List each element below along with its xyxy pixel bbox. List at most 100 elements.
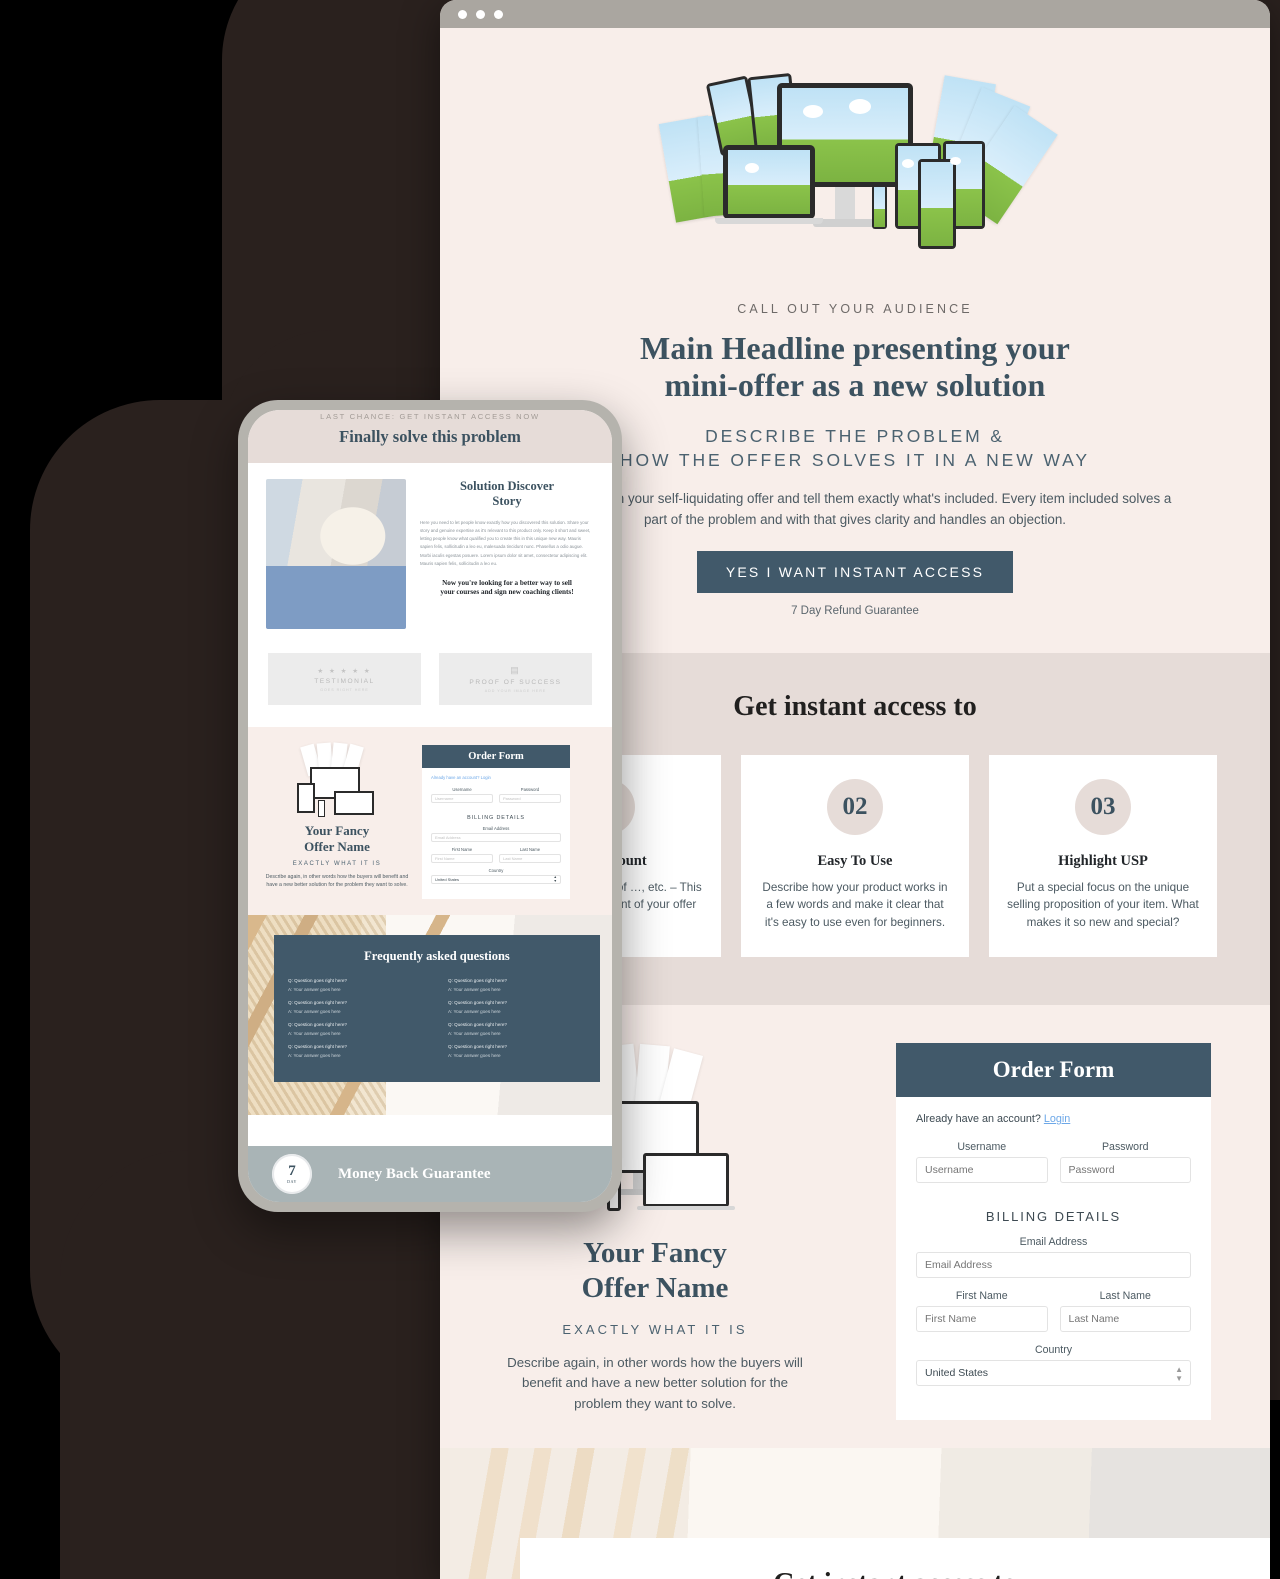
phone-email-input[interactable]: Email Address <box>431 833 561 842</box>
faq-answer: A: Your answer goes here <box>288 1053 341 1058</box>
phone-credentials-row: Username Username Password Password <box>431 787 561 808</box>
credentials-row: Username Password <box>916 1141 1191 1195</box>
phone-screen: LAST CHANCE: GET INSTANT ACCESS NOW Fina… <box>248 410 612 1202</box>
offer-subtitle: EXACTLY WHAT IT IS <box>562 1321 748 1337</box>
password-input[interactable] <box>1059 1157 1191 1184</box>
testimonial-placeholder: ★ ★ ★ ★ ★ TESTIMONIAL GOES RIGHT HERE <box>268 653 421 705</box>
email-input[interactable] <box>916 1252 1191 1279</box>
faq-answer: A: Your answer goes here <box>288 987 341 992</box>
hero-body-copy: …at to do with your self-liquidating off… <box>538 491 1172 527</box>
stepper-arrows-icon[interactable]: ▲ ▼ <box>1175 1366 1183 1383</box>
password-field-group: Password <box>1059 1141 1191 1184</box>
email-field-group: Email Address <box>916 1236 1191 1279</box>
phone-order-form: Order Form Already have an account? Logi… <box>422 745 570 899</box>
bottom-section-title: Get instant access to <box>520 1538 1270 1579</box>
feature-card-text: Put a special focus on the unique sellin… <box>1007 880 1199 929</box>
first-name-field-group: First Name <box>916 1290 1048 1333</box>
browser-title-bar <box>440 0 1270 28</box>
country-select[interactable]: United States ▲ ▼ <box>916 1360 1191 1387</box>
faq-answer: A: Your answer goes here <box>448 1031 501 1036</box>
phone-login-row: Already have an account? Login <box>431 775 561 780</box>
name-row: First Name Last Name <box>916 1290 1191 1344</box>
story-photo <box>266 479 406 629</box>
faq-card: Frequently asked questions Q: Question g… <box>274 935 600 1082</box>
story-bold-line2: your courses and sign new coaching clien… <box>440 588 574 597</box>
phone-username-label: Username <box>452 787 472 792</box>
email-label: Email Address <box>1019 1236 1088 1249</box>
faq-column-right: Q: Question goes right here? A: Your ans… <box>448 978 586 1066</box>
phone-country-select[interactable]: United States ▲ ▼ <box>431 875 561 884</box>
phone-country-group: Country United States ▲ ▼ <box>431 868 561 884</box>
phone-top-banner: LAST CHANCE: GET INSTANT ACCESS NOW Fina… <box>248 410 612 463</box>
faq-question: Q: Question goes right here? <box>288 1022 347 1027</box>
image-placeholder-icon: ▤ <box>510 665 521 675</box>
testimonial-subtitle: GOES RIGHT HERE <box>320 687 369 692</box>
faq-question: Q: Question goes right here? <box>288 1000 347 1005</box>
window-dot-maximize-icon[interactable] <box>494 9 503 19</box>
screenshot-stage: CALL OUT YOUR AUDIENCE Main Headline pre… <box>0 0 1280 1579</box>
story-text-column: Solution Discover Story Here you need to… <box>420 479 594 629</box>
username-input[interactable] <box>916 1157 1048 1184</box>
phone-first-name-group: First Name First Name <box>431 847 493 863</box>
country-label: Country <box>1034 1344 1073 1357</box>
faq-answer: A: Your answer goes here <box>288 1031 341 1036</box>
proof-title: PROOF OF SUCCESS <box>469 679 562 686</box>
offer-name-line2: Offer Name <box>581 1271 729 1304</box>
bottom-white-panel: Get instant access to ✓ Deliverable comp… <box>520 1538 1270 1579</box>
faq-answer: A: Your answer goes here <box>448 1009 501 1014</box>
last-name-input[interactable] <box>1059 1306 1191 1333</box>
hero-headline: Main Headline presenting your mini-offer… <box>440 330 1270 405</box>
testimonial-title: TESTIMONIAL <box>314 677 375 685</box>
phone-name-row: First Name First Name Last Name Last Nam… <box>431 847 561 868</box>
username-label: Username <box>957 1141 1007 1154</box>
phone-email-label: Email Address <box>482 826 510 831</box>
phone-last-name-input[interactable]: Last Name <box>499 854 561 863</box>
phone-offer-section: Your Fancy Offer Name EXACTLY WHAT IT IS… <box>248 727 612 915</box>
phone-email-group: Email Address Email Address <box>431 826 561 842</box>
story-heading-line2: Story <box>492 494 522 508</box>
story-heading: Solution Discover Story <box>420 479 594 509</box>
phone-first-name-input[interactable]: First Name <box>431 854 493 863</box>
phone-offer-copy: Describe again, in other words how the b… <box>265 874 409 889</box>
phone-login-prompt: Already have an account? <box>431 775 480 780</box>
window-dot-minimize-icon[interactable] <box>476 9 485 19</box>
faq-question: Q: Question goes right here? <box>448 1022 507 1027</box>
phone-stepper-arrows-icon[interactable]: ▲ ▼ <box>554 875 557 883</box>
feature-card-number: 02 <box>827 778 883 835</box>
phone-story-section: Solution Discover Story Here you need to… <box>248 463 612 643</box>
order-form-login-row: Already have an account? Login <box>916 1113 1191 1125</box>
order-form-title: Order Form <box>896 1043 1211 1098</box>
offer-name-line1: Your Fancy <box>583 1237 727 1270</box>
window-dot-close-icon[interactable] <box>458 9 467 19</box>
hero-headline-line1: Main Headline presenting your <box>640 330 1070 366</box>
feature-card-number: 03 <box>1075 778 1131 835</box>
login-prompt-text: Already have an account? <box>916 1113 1041 1126</box>
story-bold-line1: Now you're looking for a better way to s… <box>442 578 572 587</box>
faq-columns: Q: Question goes right here? A: Your ans… <box>288 978 586 1066</box>
phone-proof-row: ★ ★ ★ ★ ★ TESTIMONIAL GOES RIGHT HERE ▤ … <box>248 643 612 727</box>
offer-copy: Describe again, in other words how the b… <box>507 1354 803 1411</box>
phone-headline: Finally solve this problem <box>339 427 521 446</box>
guarantee-seal-icon: 7 DAY <box>272 1154 312 1194</box>
phone-offer-illustration <box>292 742 382 817</box>
phone-login-link[interactable]: Login <box>481 775 491 780</box>
order-form: Order Form Already have an account? Logi… <box>896 1043 1211 1421</box>
hero-eyebrow: CALL OUT YOUR AUDIENCE <box>737 302 973 316</box>
login-link[interactable]: Login <box>1044 1113 1070 1125</box>
phone-username-input[interactable]: Username <box>431 794 493 803</box>
seal-unit: DAY <box>287 1179 297 1184</box>
proof-of-success-placeholder: ▤ PROOF OF SUCCESS ADD YOUR IMAGE HERE <box>439 653 592 705</box>
feature-card-title: Easy To Use <box>817 852 893 869</box>
hero-cta-button[interactable]: YES I WANT INSTANT ACCESS <box>696 550 1014 593</box>
country-selected-value: United States <box>916 1360 1191 1387</box>
username-field-group: Username <box>916 1141 1048 1184</box>
phone-last-name-label: Last Name <box>519 847 541 852</box>
password-label: Password <box>1101 1141 1149 1154</box>
phone-password-label: Password <box>520 787 540 792</box>
order-form-body: Already have an account? Login Username … <box>896 1097 1211 1420</box>
faq-question: Q: Question goes right here? <box>448 1000 507 1005</box>
phone-password-input[interactable]: Password <box>499 794 561 803</box>
story-heading-line1: Solution Discover <box>459 479 555 493</box>
billing-details-heading: BILLING DETAILS <box>985 1209 1122 1225</box>
first-name-input[interactable] <box>916 1306 1048 1333</box>
